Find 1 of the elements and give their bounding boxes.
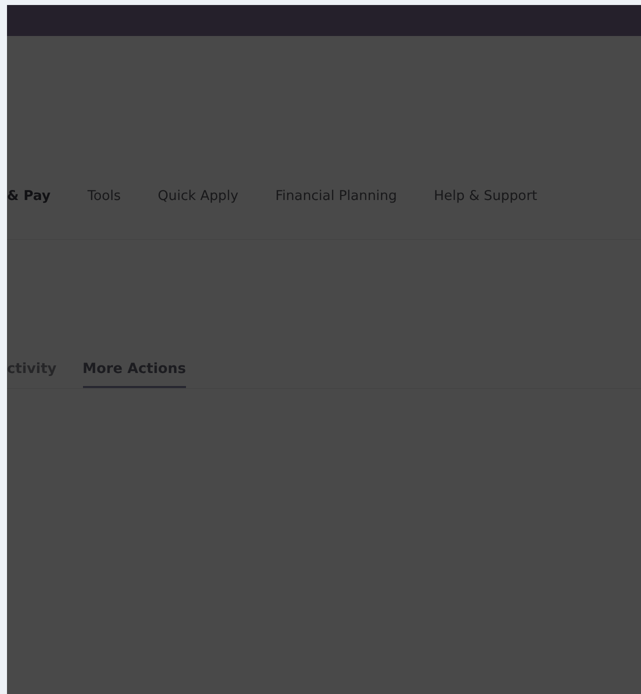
nav-link[interactable]: & Pay — [7, 188, 50, 204]
